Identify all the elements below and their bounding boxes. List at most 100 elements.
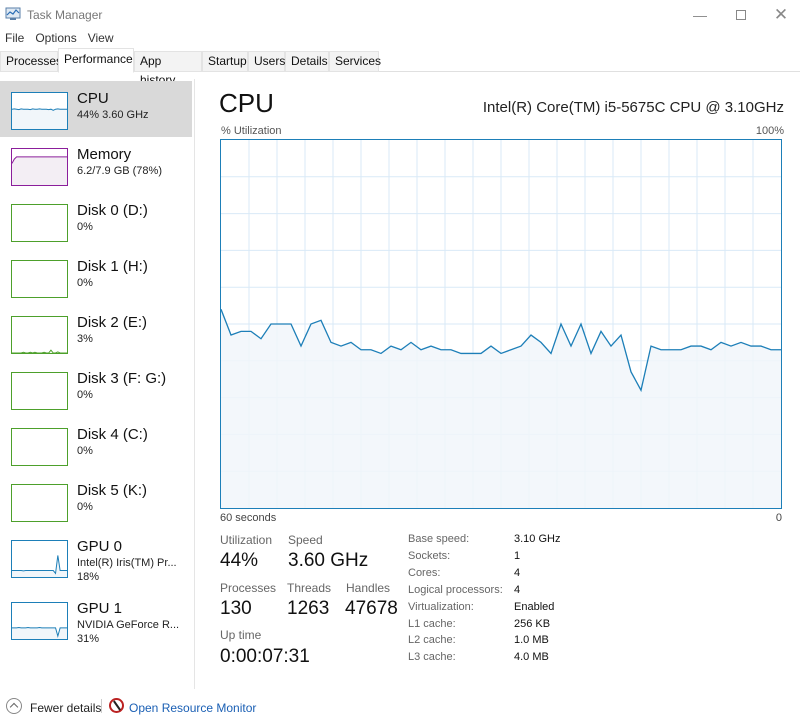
detail-value: 4	[514, 566, 521, 579]
sidebar-item-title: Disk 5 (K:)	[77, 482, 148, 499]
processes-value: 130	[220, 598, 252, 619]
graph-x-axis-start-label: 60 seconds	[220, 512, 277, 524]
sidebar-item-gpu-1[interactable]: GPU 1 NVIDIA GeForce R... 31%	[0, 591, 192, 647]
sparkline	[12, 261, 67, 297]
sidebar-item-title: GPU 0	[77, 538, 123, 555]
minimize-icon: —	[693, 7, 707, 23]
sparkline	[12, 626, 67, 639]
sidebar-item-subtitle: Intel(R) Iris(TM) Pr...	[77, 557, 177, 569]
tab-startup[interactable]: Startup	[202, 51, 248, 72]
fewer-details-button[interactable]: Fewer details	[30, 701, 101, 715]
resource-monitor-icon[interactable]	[109, 698, 124, 713]
detail-key: Virtualization:	[408, 600, 474, 613]
sidebar-item-title: CPU	[77, 90, 109, 107]
detail-value: 4	[514, 583, 521, 596]
detail-value: Enabled	[514, 600, 555, 613]
sidebar-item-subtitle: 0%	[77, 445, 93, 457]
sidebar-thumbnail-graph	[11, 204, 68, 242]
sidebar-item-title: Disk 0 (D:)	[77, 202, 148, 219]
minimize-button[interactable]: —	[677, 0, 723, 30]
sparkline-area	[12, 156, 67, 185]
sparkline	[12, 373, 67, 409]
sidebar-item-disk-3-f-g[interactable]: Disk 3 (F: G:) 0%	[0, 361, 192, 417]
graph-x-axis-end-label: 0	[775, 512, 782, 524]
uptime-label: Up time	[220, 628, 262, 642]
sidebar-thumbnail-graph	[11, 540, 68, 578]
sidebar-item-disk-1-h[interactable]: Disk 1 (H:) 0%	[0, 249, 192, 305]
sidebar-thumbnail-graph	[11, 428, 68, 466]
processes-label: Processes	[220, 581, 277, 595]
sidebar-item-subtitle: 0%	[77, 501, 93, 513]
sparkline	[12, 108, 67, 129]
sidebar-item-subtitle: NVIDIA GeForce R...	[77, 619, 180, 631]
sparkline	[12, 156, 67, 185]
sidebar-thumbnail-graph	[11, 484, 68, 522]
detail-value: 1.0 MB	[514, 634, 549, 647]
maximize-icon	[736, 10, 746, 20]
resource-sidebar: CPU 44% 3.60 GHz Memory 6.2/7.9 GB (78%) Dis…	[0, 79, 195, 689]
tab-processes[interactable]: Processes	[0, 51, 62, 72]
sidebar-item-disk-2-e[interactable]: Disk 2 (E:) 3%	[0, 305, 192, 361]
sidebar-item-disk-4-c[interactable]: Disk 4 (C:) 0%	[0, 417, 192, 473]
menu-options[interactable]: Options	[30, 30, 82, 48]
detail-value: 3.10 GHz	[514, 533, 561, 545]
sparkline	[12, 555, 67, 577]
cpu-graph-svg	[221, 140, 781, 508]
cpu-model: Intel(R) Core(TM) i5-5675C CPU @ 3.10GHz	[482, 99, 784, 116]
detail-value: 4.0 MB	[514, 651, 549, 664]
tab-app-history[interactable]: App history	[134, 51, 202, 87]
sidebar-item-memory[interactable]: Memory 6.2/7.9 GB (78%)	[0, 137, 192, 193]
sidebar-item-gpu-0[interactable]: GPU 0 Intel(R) Iris(TM) Pr... 18%	[0, 529, 192, 585]
tab-details[interactable]: Details	[285, 51, 329, 72]
sidebar-thumbnail-graph	[11, 372, 68, 410]
tab-services[interactable]: Services	[329, 51, 381, 72]
uptime-value: 0:00:07:31	[220, 646, 310, 667]
sidebar-item-subtitle: 44% 3.60 GHz	[77, 109, 149, 121]
close-button[interactable]: ✕	[758, 0, 800, 30]
sidebar-item-title: Disk 2 (E:)	[77, 314, 148, 331]
threads-value: 1263	[287, 598, 330, 619]
tab-bar: Processes Performance App history Startu…	[0, 48, 800, 87]
title-bar: Task Manager — ✕	[0, 0, 800, 30]
task-manager-icon	[5, 7, 21, 20]
tab-users[interactable]: Users	[248, 51, 285, 72]
sidebar-thumbnail-graph	[11, 148, 68, 186]
detail-key: L2 cache:	[408, 634, 456, 647]
chevron-up-icon[interactable]	[6, 698, 22, 714]
sidebar-item-subtitle: 0%	[77, 389, 93, 401]
sidebar-thumbnail-graph	[11, 316, 68, 354]
handles-label: Handles	[346, 581, 391, 595]
sidebar-item-disk-0-d[interactable]: Disk 0 (D:) 0%	[0, 193, 192, 249]
detail-key: Cores:	[408, 566, 441, 579]
sparkline-area	[12, 108, 67, 129]
menu-file[interactable]: File	[0, 30, 30, 48]
footer: Fewer details Open Resource Monitor	[0, 696, 800, 718]
utilization-label: Utilization	[220, 533, 273, 547]
sparkline	[12, 485, 67, 521]
sidebar-item-title: Disk 1 (H:)	[77, 258, 148, 275]
sidebar-item-cpu[interactable]: CPU 44% 3.60 GHz	[0, 81, 192, 137]
handles-value: 47678	[345, 598, 398, 619]
sidebar-item-subtitle: 0%	[77, 221, 93, 233]
menu-view[interactable]: View	[83, 30, 120, 48]
detail-value: 256 KB	[514, 617, 551, 630]
detail-key: L1 cache:	[408, 617, 456, 630]
footer-divider	[101, 699, 102, 713]
sidebar-item-subtitle: 6.2/7.9 GB (78%)	[77, 165, 162, 177]
sparkline	[12, 349, 67, 353]
sidebar-thumbnail-graph	[11, 92, 68, 130]
graph-max-label: 100%	[755, 125, 784, 137]
sidebar-thumbnail-graph	[11, 602, 68, 640]
sidebar-thumbnail-graph	[11, 260, 68, 298]
sidebar-item-title: Disk 4 (C:)	[77, 426, 148, 443]
speed-label: Speed	[288, 533, 323, 547]
sidebar-item-subtitle: 31%	[77, 633, 100, 645]
detail-key: Sockets:	[408, 549, 451, 562]
open-resource-monitor-link[interactable]: Open Resource Monitor	[129, 701, 256, 715]
sparkline-line	[12, 349, 67, 353]
tab-performance[interactable]: Performance	[58, 48, 134, 73]
sparkline	[12, 429, 67, 465]
detail-key: L3 cache:	[408, 651, 456, 664]
sidebar-item-disk-5-k[interactable]: Disk 5 (K:) 0%	[0, 473, 192, 529]
window-title: Task Manager	[27, 8, 103, 22]
